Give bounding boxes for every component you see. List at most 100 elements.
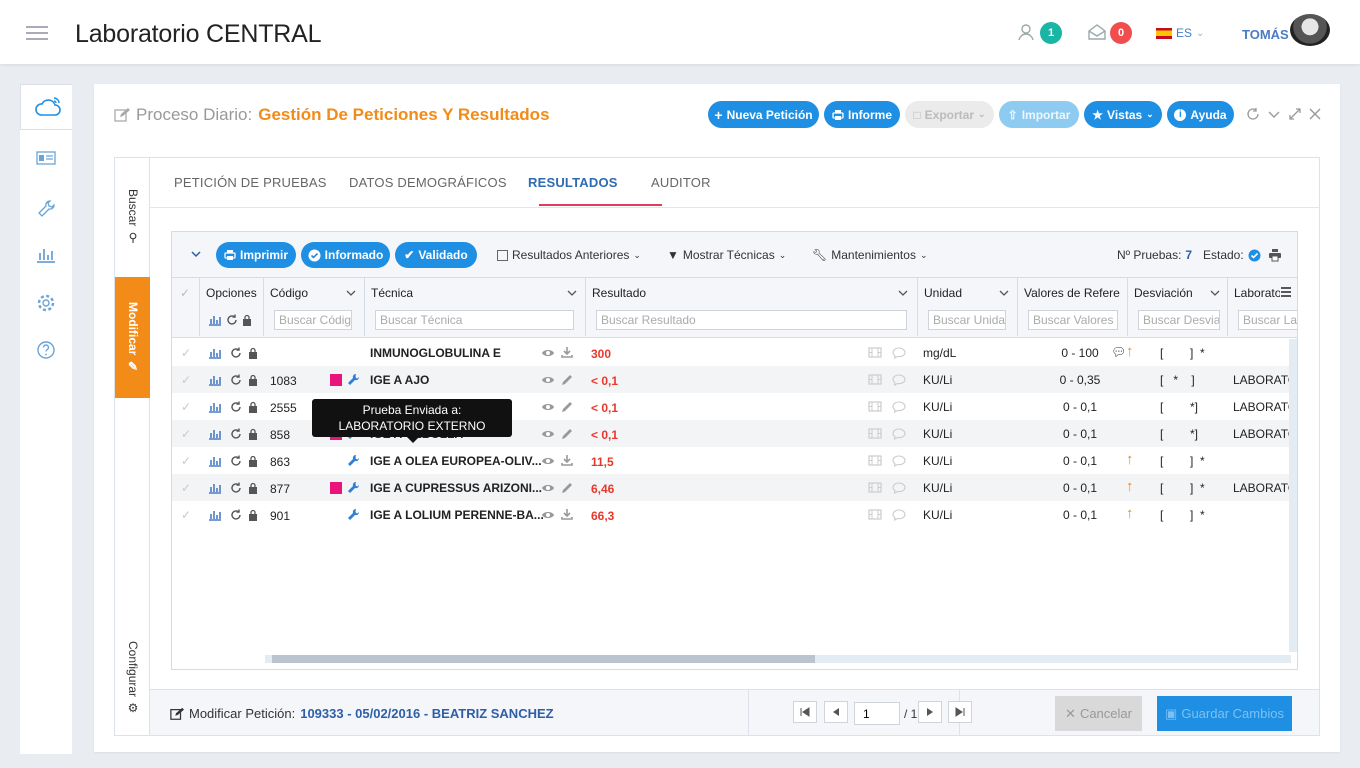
last-page-icon[interactable]: [948, 701, 972, 723]
bar-chart-icon[interactable]: [208, 314, 222, 326]
show-techniques-menu[interactable]: ▼ Mostrar Técnicas ⌄: [667, 248, 786, 262]
eye-icon[interactable]: [541, 375, 555, 385]
eye-icon[interactable]: [541, 402, 555, 412]
unit-filter-input[interactable]: [928, 310, 1006, 330]
comment-icon[interactable]: [892, 428, 906, 440]
lock-icon[interactable]: [248, 374, 258, 386]
download-icon[interactable]: [561, 508, 573, 520]
row-check-icon[interactable]: ✓: [181, 454, 191, 468]
table-row[interactable]: ✓ 1083 IGE A AJO < 0,1 KU/Li 0 - 0,35 [ * ] LAB…: [172, 366, 1289, 393]
reported-button[interactable]: Informado: [301, 242, 390, 268]
comment-icon[interactable]: 💬︎: [1111, 345, 1126, 359]
comment-icon[interactable]: [892, 455, 906, 467]
lab-filter-input[interactable]: [1238, 310, 1297, 330]
tab-search[interactable]: ⚲ Buscar: [115, 158, 150, 276]
refresh-icon[interactable]: [1246, 107, 1260, 121]
eye-icon[interactable]: [541, 429, 555, 439]
table-row[interactable]: ✓ 863 IGE A OLEA EUROPEA-OLIV... 11,5 KU/Li 0…: [172, 447, 1289, 474]
tab-modify[interactable]: ✎ Modificar: [115, 277, 150, 398]
tab-resultados[interactable]: RESULTADOS: [528, 175, 618, 190]
table-row[interactable]: ✓ 877 IGE A CUPRESSUS ARIZONI... 6,46 KU/Li 0…: [172, 474, 1289, 501]
select-all-header[interactable]: ✓: [172, 278, 200, 336]
film-icon[interactable]: [868, 455, 882, 466]
pencil-icon[interactable]: [561, 428, 573, 440]
tab-configure[interactable]: ⚙ Configurar: [115, 628, 150, 728]
column-menu-icon[interactable]: [1280, 286, 1292, 298]
comment-icon[interactable]: [892, 374, 906, 386]
table-row[interactable]: ✓ 901 IGE A LOLIUM PERENNE-BA... 66,3 KU/Li 0…: [172, 501, 1289, 528]
gear-icon[interactable]: [36, 293, 56, 313]
contacts-icon[interactable]: [1016, 22, 1036, 42]
refresh-icon[interactable]: [230, 401, 242, 413]
cancel-button[interactable]: ✕ Cancelar: [1055, 696, 1142, 731]
refresh-icon[interactable]: [230, 347, 242, 359]
eye-icon[interactable]: [541, 483, 555, 493]
row-check-icon[interactable]: ✓: [181, 373, 191, 387]
eye-icon[interactable]: [541, 348, 555, 358]
report-button[interactable]: Informe: [824, 101, 900, 128]
wrench-icon[interactable]: [347, 481, 360, 494]
download-icon[interactable]: [561, 346, 573, 358]
row-check-icon[interactable]: ✓: [181, 346, 191, 360]
comment-icon[interactable]: [892, 509, 906, 521]
new-request-button[interactable]: + Nueva Petición: [708, 101, 819, 128]
chevron-down-icon[interactable]: [898, 288, 908, 298]
row-check-icon[interactable]: ✓: [181, 400, 191, 414]
refresh-icon[interactable]: [230, 428, 242, 440]
lock-icon[interactable]: [248, 428, 258, 440]
chevron-down-icon[interactable]: [999, 288, 1009, 298]
avatar[interactable]: [1290, 14, 1330, 46]
tab-demograficos[interactable]: DATOS DEMOGRÁFICOS: [349, 175, 507, 190]
help-button[interactable]: i Ayuda: [1167, 101, 1234, 128]
id-card-icon[interactable]: [36, 150, 56, 166]
help-circle-icon[interactable]: [36, 340, 56, 360]
previous-results-menu[interactable]: Resultados Anteriores ⌄: [497, 248, 641, 262]
bar-chart-icon[interactable]: [208, 347, 222, 359]
export-button[interactable]: □ Exportar ⌄: [905, 101, 994, 128]
lock-icon[interactable]: [248, 509, 258, 521]
result-cell[interactable]: 6,46: [591, 482, 614, 496]
chevron-down-icon[interactable]: [346, 288, 356, 298]
sent-external-icon[interactable]: [330, 482, 342, 494]
horizontal-scrollbar[interactable]: [265, 655, 1291, 663]
bar-chart-icon[interactable]: [208, 482, 222, 494]
validated-button[interactable]: ✔ Validado: [395, 242, 477, 268]
scrollbar-thumb[interactable]: [272, 655, 815, 663]
bar-chart-icon[interactable]: [36, 245, 56, 263]
pencil-icon[interactable]: [561, 401, 573, 413]
deviation-filter-input[interactable]: [1138, 310, 1220, 330]
views-button[interactable]: ★ Vistas ⌄: [1084, 101, 1162, 128]
row-check-icon[interactable]: ✓: [181, 508, 191, 522]
refresh-icon[interactable]: [230, 455, 242, 467]
chevron-down-icon[interactable]: [190, 248, 202, 260]
wrench-icon[interactable]: [347, 508, 360, 521]
result-cell[interactable]: 300: [591, 347, 611, 361]
chevron-down-icon[interactable]: [567, 288, 577, 298]
page-input[interactable]: [854, 702, 900, 725]
result-cell[interactable]: < 0,1: [591, 374, 618, 388]
collapse-icon[interactable]: [1267, 107, 1281, 121]
table-row[interactable]: ✓ INMUNOGLOBULINA E 300 mg/dL 0 - 100 💬︎ ↑ [ ] …: [172, 339, 1289, 366]
row-check-icon[interactable]: ✓: [181, 427, 191, 441]
refresh-icon[interactable]: [230, 482, 242, 494]
result-cell[interactable]: < 0,1: [591, 401, 618, 415]
bar-chart-icon[interactable]: [208, 428, 222, 440]
comment-icon[interactable]: [892, 347, 906, 359]
reference-filter-input[interactable]: [1028, 310, 1118, 330]
eye-icon[interactable]: [541, 456, 555, 466]
lock-icon[interactable]: [248, 401, 258, 413]
lock-icon[interactable]: [242, 314, 252, 326]
next-page-icon[interactable]: [918, 701, 942, 723]
eye-icon[interactable]: [541, 510, 555, 520]
wrench-icon[interactable]: [36, 199, 56, 219]
expand-icon[interactable]: [1288, 107, 1302, 121]
comment-icon[interactable]: [892, 401, 906, 413]
wrench-icon[interactable]: [347, 373, 360, 386]
bar-chart-icon[interactable]: [208, 509, 222, 521]
pencil-icon[interactable]: [561, 482, 573, 494]
result-cell[interactable]: < 0,1: [591, 428, 618, 442]
film-icon[interactable]: [868, 401, 882, 412]
vertical-scrollbar[interactable]: [1289, 339, 1297, 652]
result-cell[interactable]: 66,3: [591, 509, 614, 523]
lock-icon[interactable]: [248, 347, 258, 359]
